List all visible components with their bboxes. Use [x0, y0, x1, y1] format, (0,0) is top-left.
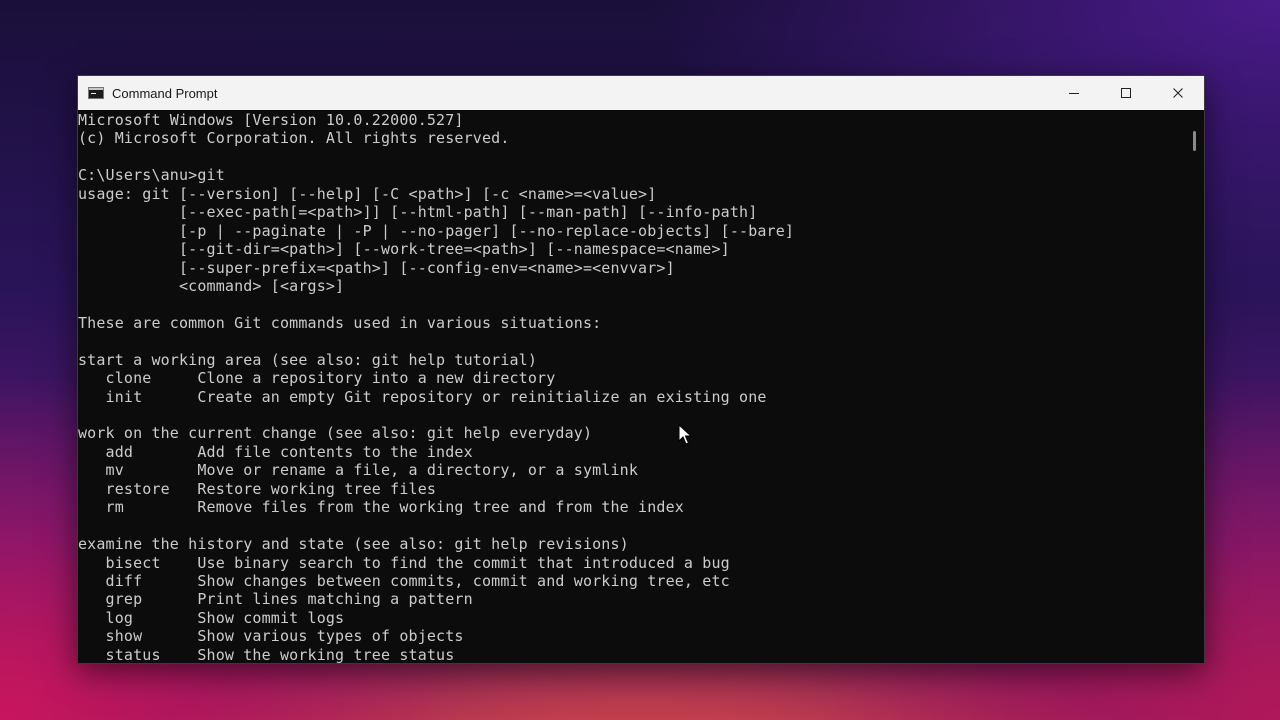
window-title: Command Prompt — [112, 85, 218, 101]
console-line: start a working area (see also: git help… — [78, 350, 538, 369]
console-line: [-p | --paginate | -P | --no-pager] [--n… — [78, 221, 795, 240]
console-line: show Show various types of objects — [78, 627, 464, 646]
console-line: (c) Microsoft Corporation. All rights re… — [78, 129, 510, 148]
minimize-button[interactable] — [1048, 76, 1100, 110]
command-prompt-window[interactable]: Command Prompt Microsoft Windows [Versio… — [77, 75, 1205, 664]
console-line: C:\Users\anu>git — [78, 166, 225, 185]
console-line: log Show commit logs — [78, 608, 345, 627]
close-button[interactable] — [1152, 76, 1204, 110]
console-line: [--git-dir=<path>] [--work-tree=<path>] … — [78, 240, 730, 259]
console-line: diff Show changes between commits, commi… — [78, 571, 730, 590]
console-line: examine the history and state (see also:… — [78, 535, 629, 554]
console-line: These are common Git commands used in va… — [78, 313, 602, 332]
console-line: <command> [<args>] — [78, 276, 345, 295]
maximize-button[interactable] — [1100, 76, 1152, 110]
command-prompt-icon — [88, 87, 104, 99]
console-line: [--super-prefix=<path>] [--config-env=<n… — [78, 258, 675, 277]
console-line: mv Move or rename a file, a directory, o… — [78, 461, 639, 480]
console-line: usage: git [--version] [--help] [-C <pat… — [78, 184, 657, 203]
console-line: add Add file contents to the index — [78, 442, 473, 461]
window-controls — [1048, 76, 1204, 110]
console-line: clone Clone a repository into a new dire… — [78, 369, 556, 388]
console-line: status Show the working tree status — [78, 645, 455, 663]
mouse-pointer-icon — [678, 424, 692, 445]
console-line: grep Print lines matching a pattern — [78, 590, 473, 609]
title-bar[interactable]: Command Prompt — [78, 76, 1204, 110]
console-line: work on the current change (see also: gi… — [78, 424, 593, 443]
minimize-icon — [1069, 93, 1079, 94]
vertical-scrollbar[interactable] — [1184, 111, 1204, 663]
console-line: Microsoft Windows [Version 10.0.22000.52… — [78, 111, 464, 129]
console-line: init Create an empty Git repository or r… — [78, 387, 767, 406]
console-line: bisect Use binary search to find the com… — [78, 553, 730, 572]
maximize-icon — [1121, 88, 1131, 98]
console-output[interactable]: Microsoft Windows [Version 10.0.22000.52… — [78, 111, 1184, 663]
scrollbar-thumb[interactable] — [1193, 131, 1196, 151]
close-icon — [1173, 88, 1183, 98]
console-line: restore Restore working tree files — [78, 479, 437, 498]
console-line: [--exec-path[=<path>]] [--html-path] [--… — [78, 203, 758, 222]
console-line: rm Remove files from the working tree an… — [78, 498, 684, 517]
